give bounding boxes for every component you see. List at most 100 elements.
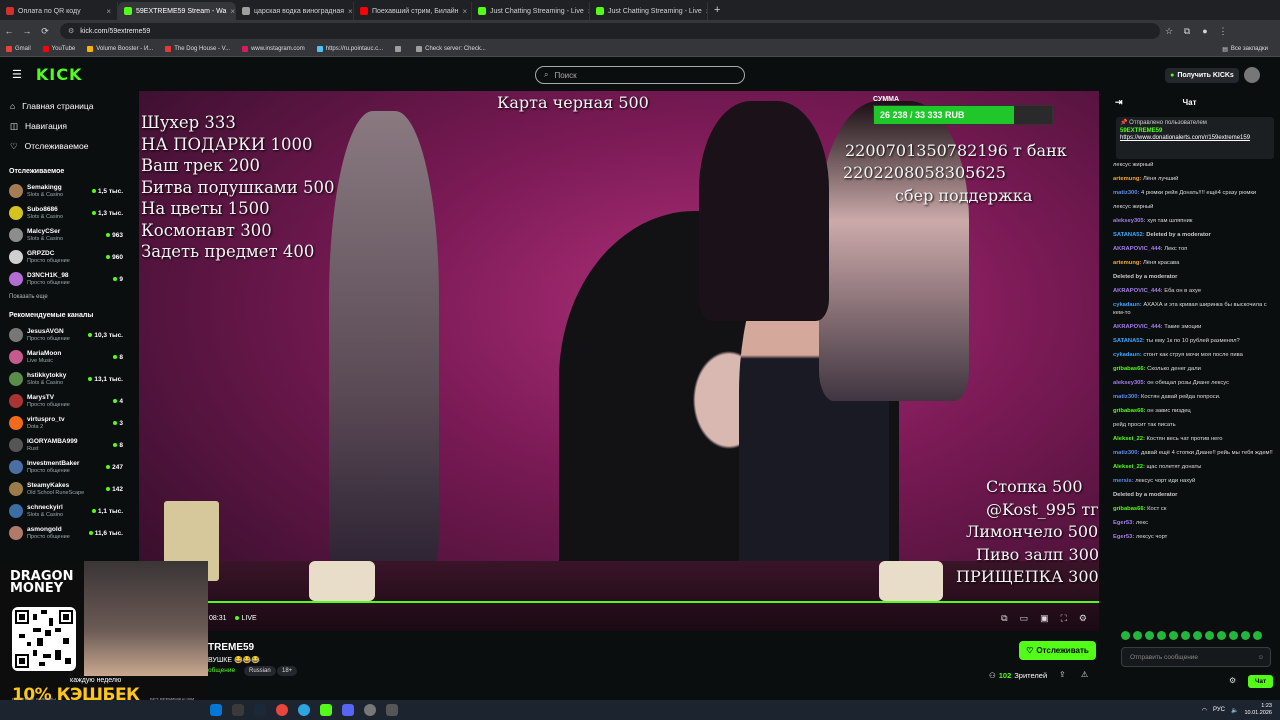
emote-icon[interactable] [1241,631,1250,640]
channel-item[interactable]: MariaMoon Live Music 8 [0,346,133,368]
chat-message[interactable]: cykadaun: АХАХА и эта кривая ширинка бы … [1113,301,1276,317]
browser-tab[interactable]: Just Chatting Streaming - Live× [472,2,590,20]
tag-language[interactable]: Russian [244,666,276,676]
emote-icon[interactable] [1157,631,1166,640]
nav-item[interactable]: ⌂ Главная страница [0,96,133,116]
telegram-icon[interactable] [298,704,310,716]
chat-message[interactable]: matiz300: 4 рюмки рейя Донать!!!! ещё4 с… [1113,189,1276,197]
chat-username[interactable]: artemung: [1113,260,1141,266]
emote-icon[interactable] [1205,631,1214,640]
video-player[interactable]: Шухер 333 НА ПОДАРКИ 1000 Ваш трек 200 Битв… [139,91,1099,631]
chat-username[interactable]: matiz300: [1113,394,1139,400]
channel-item[interactable]: hstikkytokky Slots & Casino 13,1 тыс. [0,368,133,390]
kick-logo[interactable]: KICK [36,65,83,84]
lang-indicator[interactable]: РУС [1213,707,1225,713]
chat-message[interactable]: aleksey305: хуя там шляпник [1113,217,1276,225]
chat-settings-icon[interactable]: ⚙ [1229,676,1236,685]
chat-message[interactable]: matiz300: давай ещё 4 стопки Диане!! рей… [1113,449,1276,457]
channel-item[interactable]: Semakingg Slots & Casino 1,5 тыс. [0,180,133,202]
theatre-icon[interactable]: ▭ [1020,613,1029,624]
browser-tab[interactable]: Just Chatting Streaming - Live× [590,2,708,20]
report-icon[interactable]: ⚠ [1081,670,1088,679]
chat-username[interactable]: AKRAPOVIC_444: [1113,324,1163,330]
chat-username[interactable]: Aleksei_22: [1113,436,1145,442]
chat-username[interactable]: gribabas66: [1113,408,1146,414]
nav-item[interactable]: ◫ Навигация [0,116,133,136]
back-icon[interactable]: ← [0,26,18,36]
chat-message[interactable]: лексус жирный [1113,161,1276,169]
steam-icon[interactable] [254,704,266,716]
channel-item[interactable]: InvestmentBaker Просто общение 247 [0,456,133,478]
emoji-icon[interactable]: ☺ [1257,654,1264,661]
wifi-icon[interactable]: ◠ [1202,707,1207,714]
chat-message[interactable]: Deleted by a moderator [1113,491,1276,499]
chat-message[interactable]: matiz300: Костян давай рейда попроси. [1113,393,1276,401]
tab-close-icon[interactable]: × [348,7,353,16]
bookmark-star-icon[interactable]: ☆ [1160,26,1178,37]
bookmark-item[interactable]: Volume Booster - И... [81,46,159,52]
get-kicks-button[interactable]: ● Получить KICKs [1165,68,1239,83]
chat-message[interactable]: Eger53: лексус чорт [1113,533,1276,541]
browser-menu-icon[interactable]: ⋮ [1214,26,1232,37]
chrome-icon[interactable] [276,704,288,716]
emote-icon[interactable] [1193,631,1202,640]
nav-item[interactable]: ♡ Отслеживаемое [0,136,133,156]
channel-item[interactable]: virtuspro_tv Dota 2 3 [0,412,133,434]
forward-icon[interactable]: → [18,26,36,36]
browser-tab[interactable]: 59EXTREME59 Stream - Wa × [118,2,236,20]
collapse-chat-icon[interactable]: ⇥ [1115,97,1123,108]
chat-username[interactable]: AKRAPOVIC_444: [1113,246,1163,252]
chat-message[interactable]: mersis: лексус чорт иди нахуй [1113,477,1276,485]
channel-item[interactable]: D3NCH1K_98 Просто общение 9 [0,268,133,290]
stream-category[interactable]: общение [208,667,235,674]
chat-message[interactable]: artemung: Лёня красава [1113,259,1276,267]
user-avatar[interactable] [1244,67,1260,83]
chat-username[interactable]: SATANA52: [1113,232,1145,238]
pip-icon[interactable]: ▣ [1040,613,1049,624]
chat-message[interactable]: artemung: Лёня лучший [1113,175,1276,183]
chat-message[interactable]: AKRAPOVIC_444: Лекс топ [1113,245,1276,253]
chat-message[interactable]: рейд просит так писать [1113,421,1276,429]
tab-close-icon[interactable]: × [463,7,468,16]
chat-username[interactable]: artemung: [1113,176,1141,182]
channel-item[interactable]: MarysTV Просто общение 4 [0,390,133,412]
chat-input[interactable]: Отправить сообщение ☺ [1121,647,1271,667]
discord-icon[interactable] [342,704,354,716]
bookmark-item[interactable]: Check server: Check... [410,46,492,52]
file-explorer-icon[interactable] [232,704,244,716]
chat-username[interactable]: matiz300: [1113,190,1139,196]
channel-item[interactable]: IGORYAMBA999 Rust 8 [0,434,133,456]
emote-icon[interactable] [1181,631,1190,640]
url-field[interactable]: ⚙ kick.com/59extreme59 [60,23,1160,39]
emote-icon[interactable] [1133,631,1142,640]
emote-icon[interactable] [1121,631,1130,640]
chat-username[interactable]: gribabas66: [1113,366,1146,372]
chat-username[interactable]: Eger53: [1113,534,1134,540]
emote-icon[interactable] [1217,631,1226,640]
chat-message[interactable]: aleksey305: он обещал розы Диане лексус [1113,379,1276,387]
profile-icon[interactable]: ● [1196,26,1214,36]
emote-icon[interactable] [1169,631,1178,640]
emote-icon[interactable] [1145,631,1154,640]
chat-message[interactable]: SATANA52: ты ему 1к по 10 рублей разменя… [1113,337,1276,345]
tab-close-icon[interactable]: × [106,7,111,16]
chat-message[interactable]: Deleted by a moderator [1113,273,1276,281]
chat-message[interactable]: Aleksei_22: щас полетят донаты [1113,463,1276,471]
dragon-money-ad[interactable]: DRAGON MONEY каждую неделю 10% КЭШБЕК БЫ… [0,561,208,703]
chat-message[interactable]: AKRAPOVIC_444: Такие эмоции [1113,323,1276,331]
new-tab-button[interactable]: + [708,4,726,16]
chat-message[interactable]: SATANA52: Deleted by a moderator [1113,231,1276,239]
chat-username[interactable]: AKRAPOVIC_444: [1113,288,1163,294]
pinned-message[interactable]: 📌 Отправлено пользователем 59EXTREME59 h… [1116,117,1274,159]
emote-icon[interactable] [1253,631,1262,640]
clip-icon[interactable]: ⧉ [1001,613,1007,624]
channel-item[interactable]: schneckyirl Slots & Casino 1,1 тыс. [0,500,133,522]
browser-tab[interactable]: Поехавший стрим, Билайн × [354,2,472,20]
streamer-name[interactable]: TREME59 [208,642,254,653]
channel-item[interactable]: JesusAVGN Просто общение 10,3 тыс. [0,324,133,346]
channel-item[interactable]: asmongold Просто общение 11,6 тыс. [0,522,133,544]
chat-username[interactable]: matiz300: [1113,450,1139,456]
obs-icon[interactable] [364,704,376,716]
site-info-icon[interactable]: ⚙ [68,27,74,35]
settings-app-icon[interactable] [386,704,398,716]
